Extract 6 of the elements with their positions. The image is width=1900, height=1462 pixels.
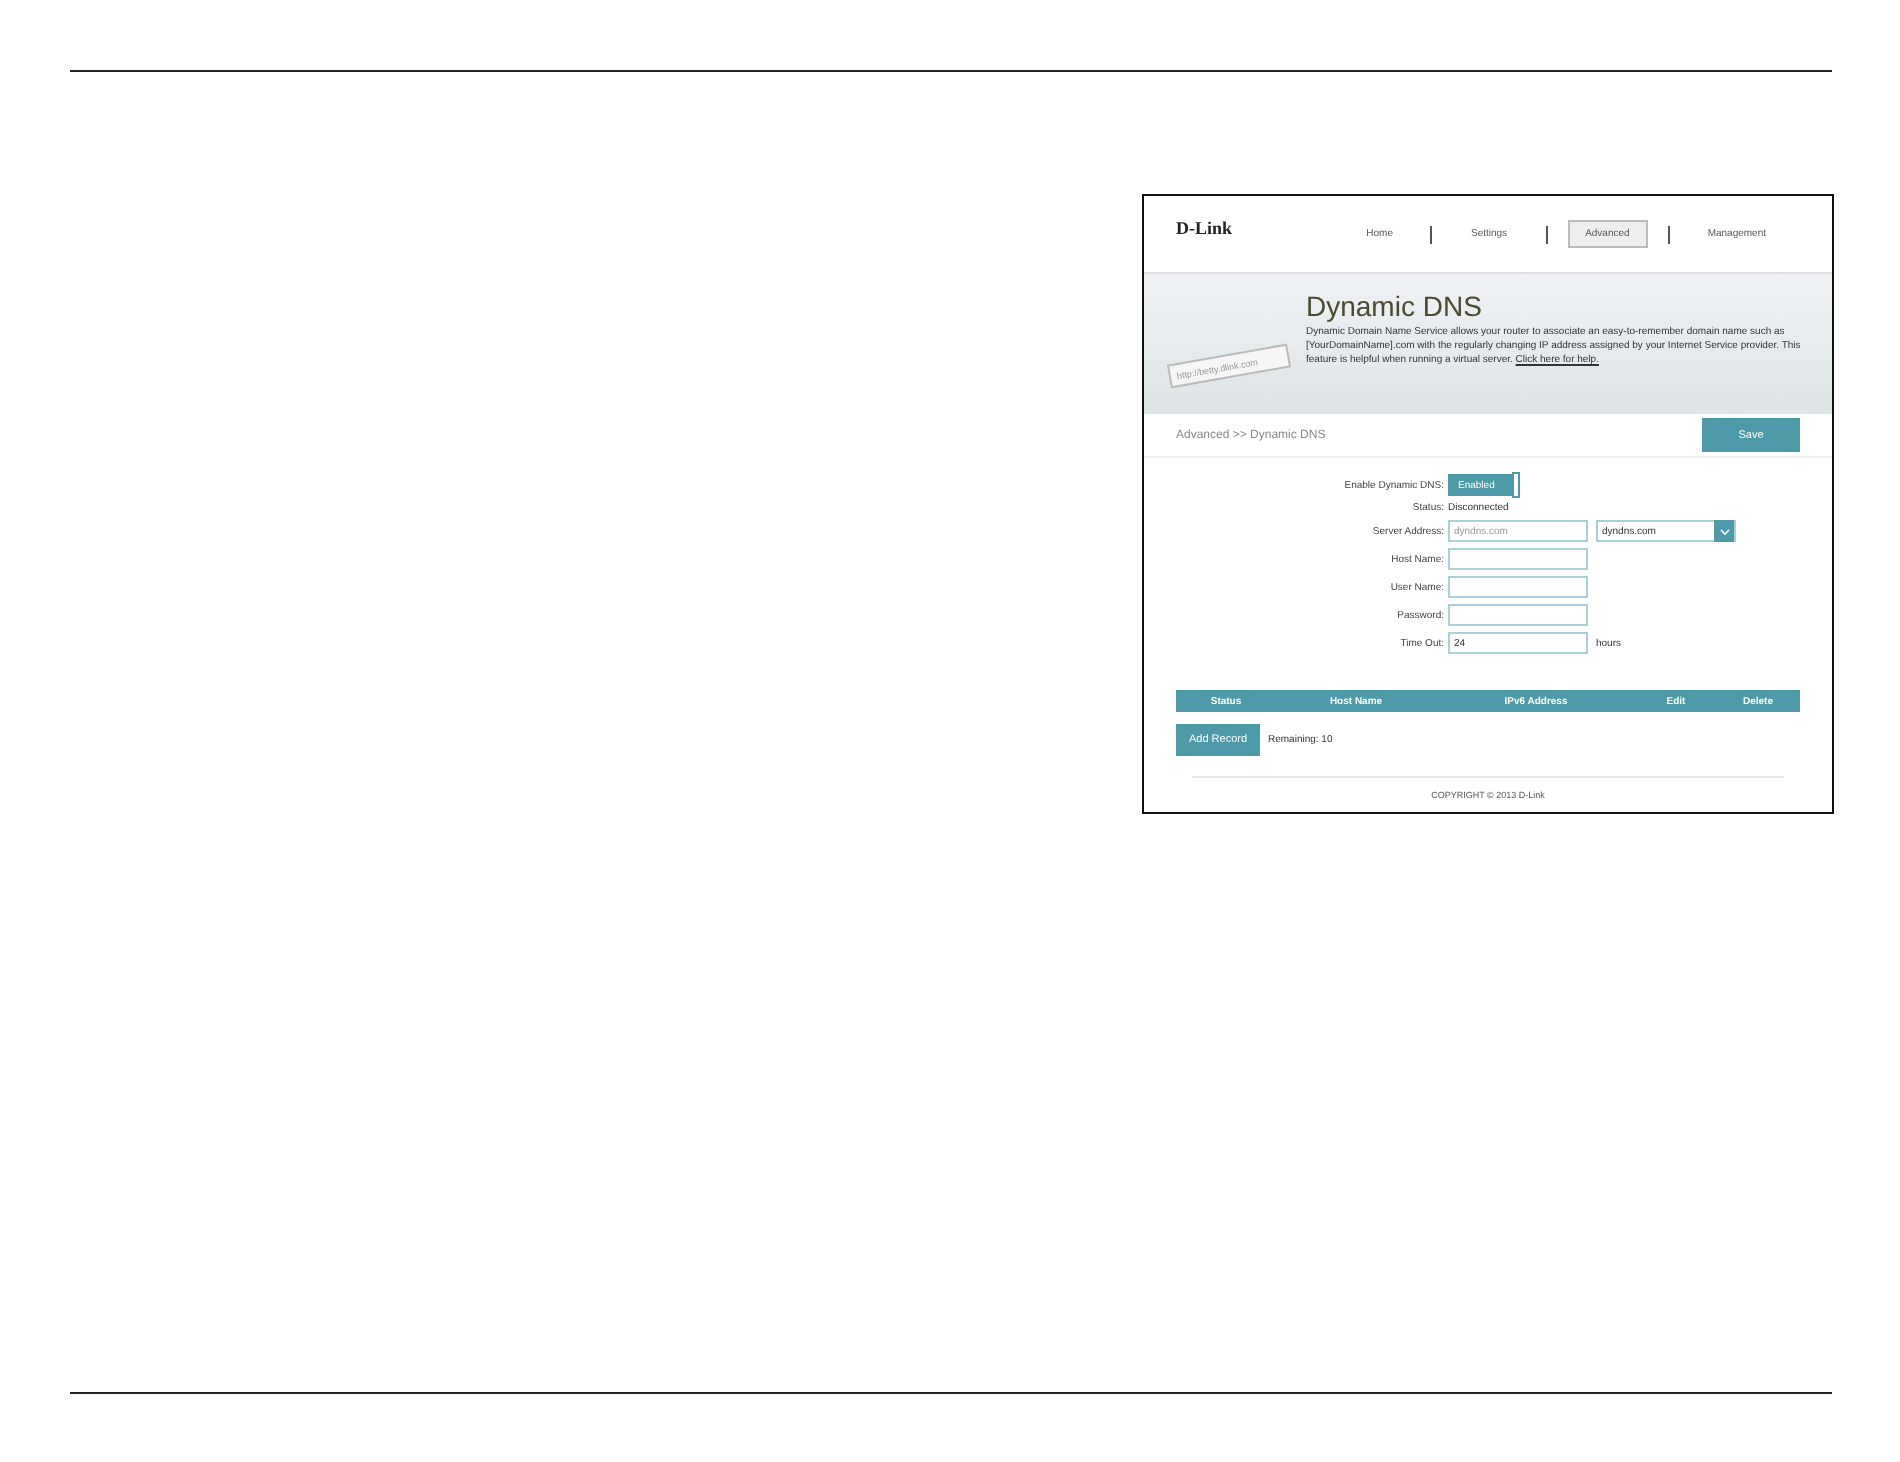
- input-field[interactable]: [1448, 576, 1588, 598]
- logo: D-Link: [1176, 218, 1233, 238]
- input-field[interactable]: [1448, 548, 1588, 570]
- page-title: Dynamic DNS: [1306, 290, 1484, 322]
- caret-icon: [1719, 527, 1729, 535]
- input-field[interactable]: [1448, 604, 1588, 626]
